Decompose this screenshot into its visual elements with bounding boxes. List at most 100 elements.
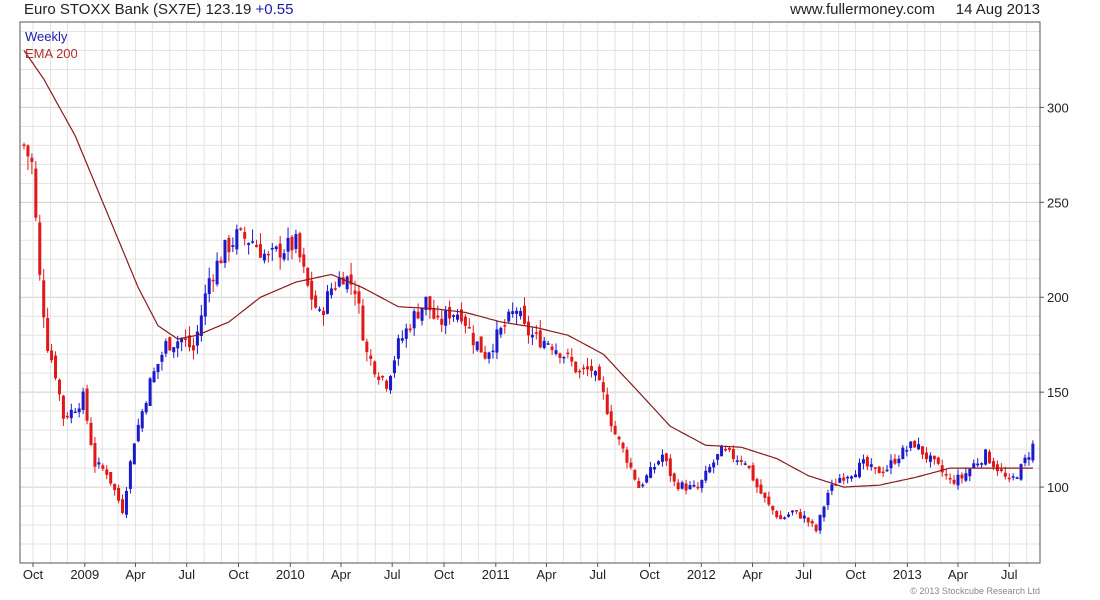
candle-body	[747, 465, 751, 469]
candle-body	[609, 411, 613, 427]
candle-body	[589, 366, 593, 371]
x-tick-label: Apr	[742, 567, 763, 582]
candle-body	[688, 485, 692, 490]
y-axis-labels: 100 150 200 250 300	[1040, 100, 1069, 495]
candle-body	[416, 311, 420, 319]
candle-body	[771, 505, 775, 511]
candle-body	[353, 290, 357, 295]
candle-body	[243, 232, 247, 239]
candle-body	[322, 310, 326, 316]
candle-body	[231, 245, 235, 247]
candle-body	[790, 510, 794, 513]
x-tick-label: Jul	[1001, 567, 1018, 582]
candle-body	[897, 458, 901, 464]
candle-body	[901, 447, 905, 459]
x-tick-label: Oct	[845, 567, 866, 582]
candle-body	[105, 469, 109, 475]
candle-body	[282, 253, 286, 260]
x-tick-label: 2012	[687, 567, 716, 582]
candle-body	[357, 291, 361, 304]
candle-body	[306, 268, 310, 286]
x-tick-label: Apr	[125, 567, 146, 582]
candle-body	[838, 477, 842, 483]
candle-body	[132, 443, 136, 465]
candle-body	[1019, 464, 1023, 480]
x-tick-label: Apr	[536, 567, 557, 582]
candle-body	[522, 305, 526, 324]
candle-body	[483, 351, 487, 359]
candle-body	[463, 316, 467, 326]
candle-body	[755, 479, 759, 488]
candle-body	[239, 228, 243, 230]
candle-body	[991, 461, 995, 467]
candle-body	[432, 308, 436, 319]
candle-body	[274, 246, 278, 250]
candle-body	[124, 490, 128, 515]
candle-body	[767, 496, 771, 505]
candle-body	[270, 247, 274, 250]
candle-body	[885, 469, 889, 472]
candle-body	[988, 451, 992, 464]
candle-body	[869, 464, 873, 467]
candle-body	[850, 476, 854, 479]
candle-body	[566, 352, 570, 355]
candle-body	[818, 515, 822, 531]
candle-body	[731, 448, 735, 460]
candle-body	[81, 391, 85, 410]
candle-body	[656, 461, 660, 465]
candle-body	[408, 328, 412, 331]
y-tick-label: 300	[1047, 100, 1069, 115]
candle-body	[865, 456, 869, 467]
candle-body	[184, 338, 188, 341]
candle-body	[69, 409, 73, 419]
candle-body	[917, 444, 921, 450]
candle-body	[779, 515, 783, 520]
candle-body	[625, 449, 629, 463]
candle-body	[700, 480, 704, 489]
candle-body	[278, 243, 282, 258]
x-tick-label: 2009	[70, 567, 99, 582]
x-tick-label: Jul	[384, 567, 401, 582]
candle-body	[495, 329, 499, 353]
x-tick-label: Oct	[228, 567, 249, 582]
candle-body	[38, 222, 42, 275]
candle-body	[176, 341, 180, 349]
candle-body	[117, 487, 121, 501]
candle-body	[672, 473, 676, 482]
x-axis-labels: Oct 2009 Apr Jul Oct 2010 Apr Jul Oct 2011 Apr Jul O…	[23, 563, 1018, 582]
candle-body	[412, 311, 416, 329]
candle-body	[873, 467, 877, 469]
y-tick-label: 200	[1047, 290, 1069, 305]
candlestick-series	[22, 142, 1035, 534]
candle-body	[136, 424, 140, 442]
candle-body	[558, 353, 562, 358]
candle-body	[440, 318, 444, 325]
candle-body	[637, 480, 641, 489]
candle-body	[227, 237, 231, 253]
candle-body	[61, 395, 65, 419]
candle-body	[964, 473, 968, 481]
x-tick-label: 2011	[482, 567, 510, 582]
candle-body	[400, 338, 404, 341]
candle-body	[605, 394, 609, 415]
candle-body	[298, 233, 302, 258]
candle-body	[936, 457, 940, 464]
x-tick-label: Jul	[178, 567, 195, 582]
candle-body	[448, 306, 452, 319]
candle-body	[479, 336, 483, 353]
candle-body	[325, 291, 329, 314]
legend-ema-200: EMA 200	[25, 46, 78, 61]
candle-body	[207, 278, 211, 295]
candle-body	[550, 346, 554, 351]
candle-body	[503, 325, 507, 327]
candle-body	[54, 355, 58, 379]
candle-body	[676, 482, 680, 490]
candle-body	[601, 382, 605, 392]
candle-body	[235, 229, 239, 250]
candle-body	[392, 360, 396, 374]
candle-body	[617, 436, 621, 440]
candle-body	[578, 370, 582, 373]
candle-body	[251, 241, 255, 243]
candle-body	[266, 253, 270, 256]
candle-body	[810, 520, 814, 524]
